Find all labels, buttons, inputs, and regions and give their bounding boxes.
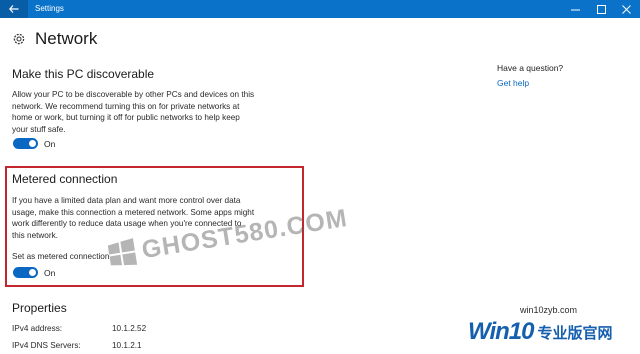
page-title: Network	[35, 29, 98, 48]
metered-toggle-row: On	[13, 267, 55, 278]
gear-icon	[13, 33, 25, 45]
close-icon	[621, 4, 631, 14]
back-button[interactable]	[0, 0, 28, 18]
get-help-link[interactable]: Get help	[497, 78, 529, 88]
windows-logo-icon	[107, 238, 138, 266]
ipv4-dns-label: IPv4 DNS Servers:	[12, 341, 81, 350]
brand-main-text: Win10	[468, 318, 534, 345]
maximize-icon	[596, 4, 606, 14]
metered-section-title: Metered connection	[12, 172, 118, 186]
description-line: your stuff safe.	[12, 124, 66, 134]
discoverable-toggle-row: On	[13, 138, 55, 149]
description-line: home or work, but turning it off for pub…	[12, 113, 240, 122]
brand-logo: Win10 专业版官网	[468, 318, 612, 346]
arrow-left-icon	[9, 5, 19, 13]
description-line: Allow your PC to be discoverable by othe…	[12, 90, 255, 99]
ipv4-address-label: IPv4 address:	[12, 324, 63, 333]
discoverable-toggle[interactable]	[13, 138, 38, 149]
title-bar: Settings	[0, 0, 640, 18]
brand-sub-text: 专业版官网	[537, 324, 613, 342]
page-header: Network	[12, 28, 97, 50]
ipv4-address-value: 10.1.2.52	[112, 324, 147, 333]
properties-section-title: Properties	[12, 301, 67, 315]
ipv4-dns-value: 10.1.2.1	[112, 341, 142, 350]
help-question: Have a question?	[497, 63, 564, 73]
toggle-knob	[29, 269, 36, 276]
metered-toggle-state: On	[44, 267, 56, 278]
close-button[interactable]	[614, 0, 638, 18]
minimize-icon	[570, 9, 580, 10]
minimize-button[interactable]	[563, 0, 587, 18]
toggle-knob	[29, 140, 36, 147]
brand-url: win10zyb.com	[520, 305, 578, 315]
discoverable-section-title: Make this PC discoverable	[12, 67, 155, 81]
metered-setting-label: Set as metered connection	[12, 252, 110, 261]
discoverable-toggle-state: On	[44, 138, 56, 149]
description-line: network. We recommend turning this on fo…	[12, 101, 240, 111]
maximize-button[interactable]	[589, 0, 613, 18]
metered-toggle[interactable]	[13, 267, 38, 278]
window-title: Settings	[35, 4, 64, 13]
discoverable-description: Allow your PC to be discoverable by othe…	[12, 89, 294, 135]
